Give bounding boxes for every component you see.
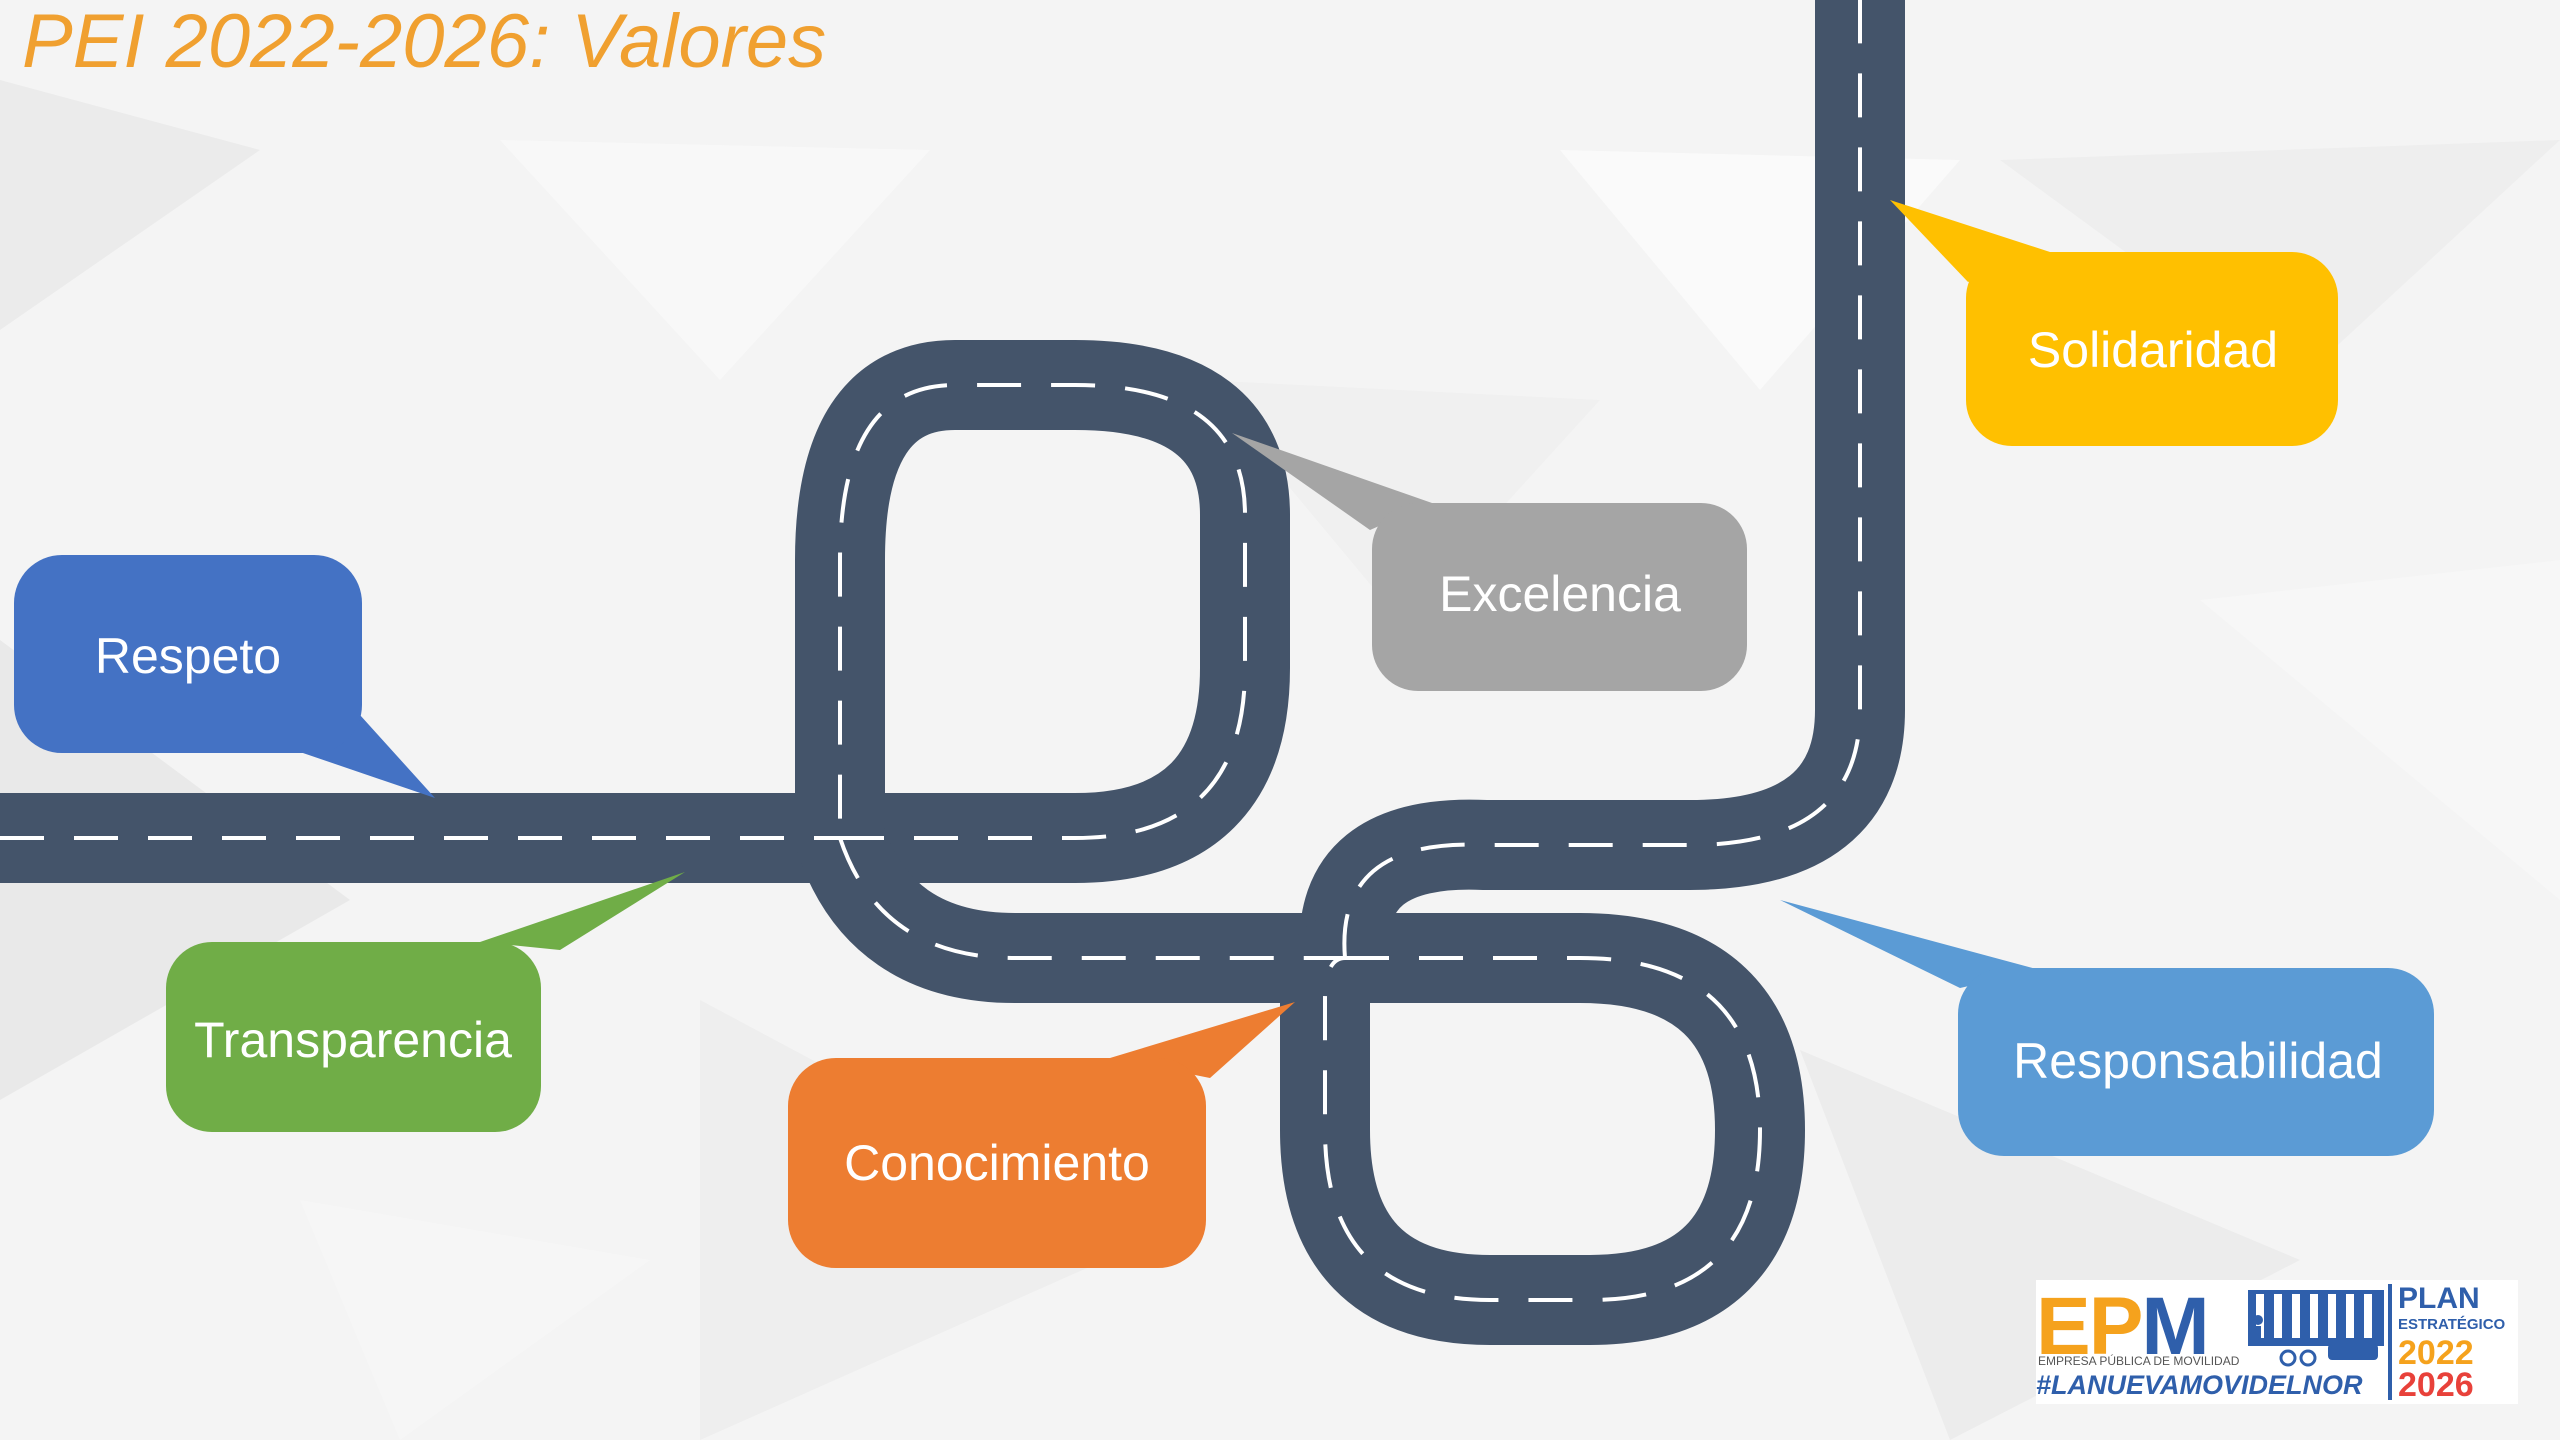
logo-estrategico: ESTRATÉGICO [2398, 1316, 2506, 1333]
logo-plan: PLAN [2398, 1282, 2480, 1315]
epm-logo: EPM EMPRESA PÚBLICA DE MOVILIDAD #LANUEV… [2036, 1280, 2518, 1404]
value-label-conocimiento: Conocimiento [844, 1135, 1150, 1191]
value-label-solidaridad: Solidaridad [2027, 322, 2279, 378]
callout-responsabilidad [1780, 900, 2434, 1156]
value-label-responsabilidad: Responsabilidad [2013, 1033, 2383, 1089]
callout-excelencia [1232, 433, 1747, 691]
logo-year-end: 2026 [2398, 1366, 2474, 1404]
callout-transparencia [166, 872, 685, 1132]
logo-hashtag: #LANUEVAMOVIDELNOR [2036, 1370, 2363, 1400]
logo-subtitle: EMPRESA PÚBLICA DE MOVILIDAD [2038, 1354, 2240, 1368]
mobility-icons [2248, 1290, 2384, 1367]
logo-year-start: 2022 [2398, 1334, 2474, 1372]
value-label-excelencia: Excelencia [1439, 566, 1681, 622]
value-label-transparencia: Transparencia [194, 1012, 512, 1068]
logo-divider [2388, 1284, 2392, 1400]
value-label-respeto: Respeto [94, 628, 282, 684]
callout-shapes [14, 200, 2434, 1268]
